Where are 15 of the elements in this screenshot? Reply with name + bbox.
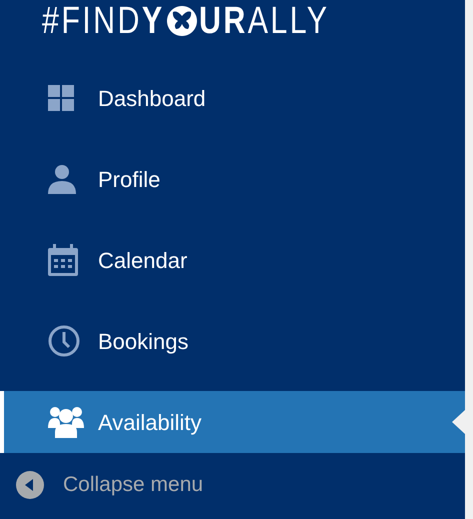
- clock-icon: [48, 325, 80, 357]
- grid-icon: [48, 85, 74, 111]
- logo: #FINDY URALLY: [41, 0, 331, 44]
- butterfly-icon: [167, 6, 198, 36]
- menu-item[interactable]: Calendar: [0, 229, 465, 291]
- people-icon: [48, 406, 84, 438]
- collapse-button[interactable]: Collapse menu: [0, 453, 465, 517]
- menu-item[interactable]: Profile: [0, 148, 465, 210]
- calendar-icon: [48, 244, 78, 276]
- menu-item[interactable]: Dashboard: [0, 67, 465, 129]
- menu-item[interactable]: Bookings: [0, 310, 465, 372]
- person-icon: [48, 164, 76, 194]
- pointer-icon: [452, 410, 465, 434]
- collapse-icon: [16, 471, 44, 499]
- menu-item[interactable]: Availability: [0, 391, 465, 453]
